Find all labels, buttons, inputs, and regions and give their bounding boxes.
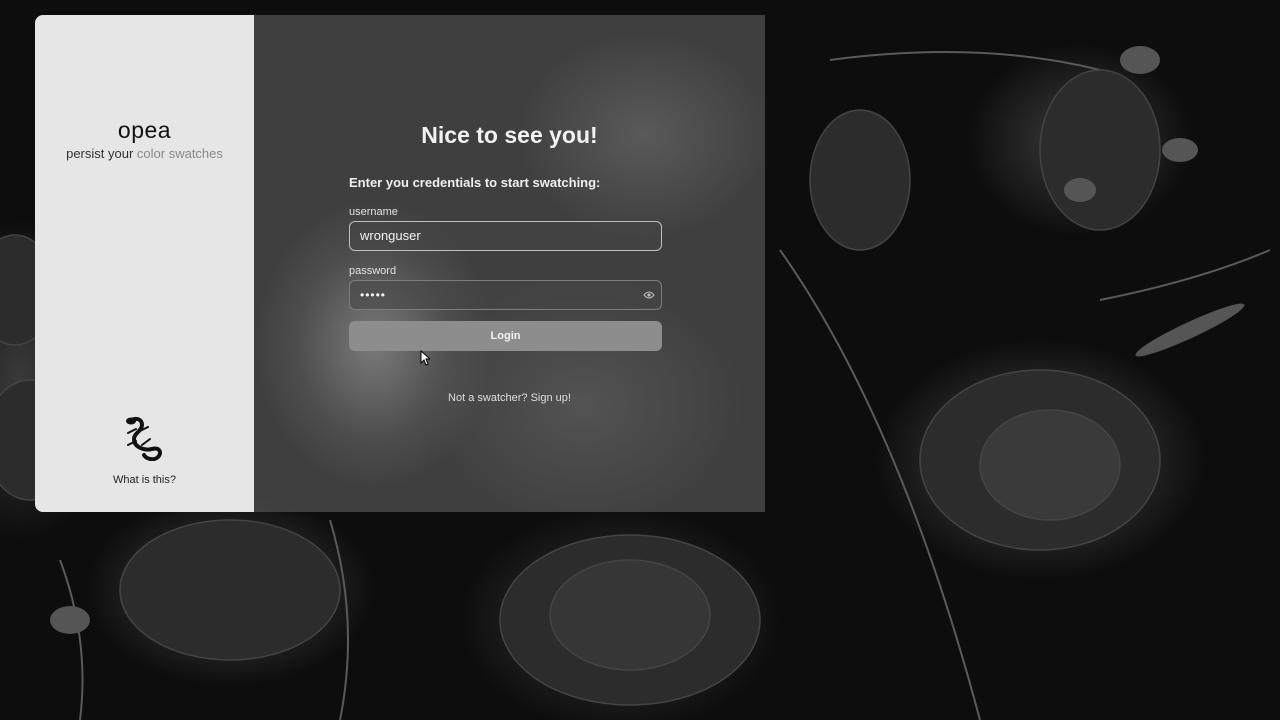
brand-name: opea	[117, 117, 172, 143]
what-is-this-link[interactable]: What is this?	[35, 474, 254, 486]
username-label: username	[349, 206, 398, 218]
signup-link[interactable]: Not a swatcher? Sign up!	[254, 392, 765, 404]
salamander-icon	[126, 416, 162, 461]
password-input[interactable]: •••••	[349, 280, 662, 310]
tagline-end: color swatches	[136, 146, 223, 161]
app-window: opea persist your color swatches What is…	[0, 0, 1280, 720]
sidebar: opea persist your color swatches What is…	[35, 15, 254, 512]
login-button[interactable]: Login	[349, 321, 662, 351]
login-prompt: Enter you credentials to start swatching…	[349, 175, 601, 190]
password-value: •••••	[360, 288, 387, 302]
username-input[interactable]: wronguser	[349, 221, 662, 251]
login-card: Nice to see you! Enter you credentials t…	[254, 15, 765, 512]
page-title: Nice to see you!	[421, 122, 598, 148]
mouse-cursor-icon	[420, 350, 430, 366]
tagline: persist your color swatches	[35, 146, 254, 161]
eye-icon[interactable]	[643, 290, 655, 300]
password-label: password	[349, 265, 397, 277]
tagline-start: persist your	[66, 146, 137, 161]
